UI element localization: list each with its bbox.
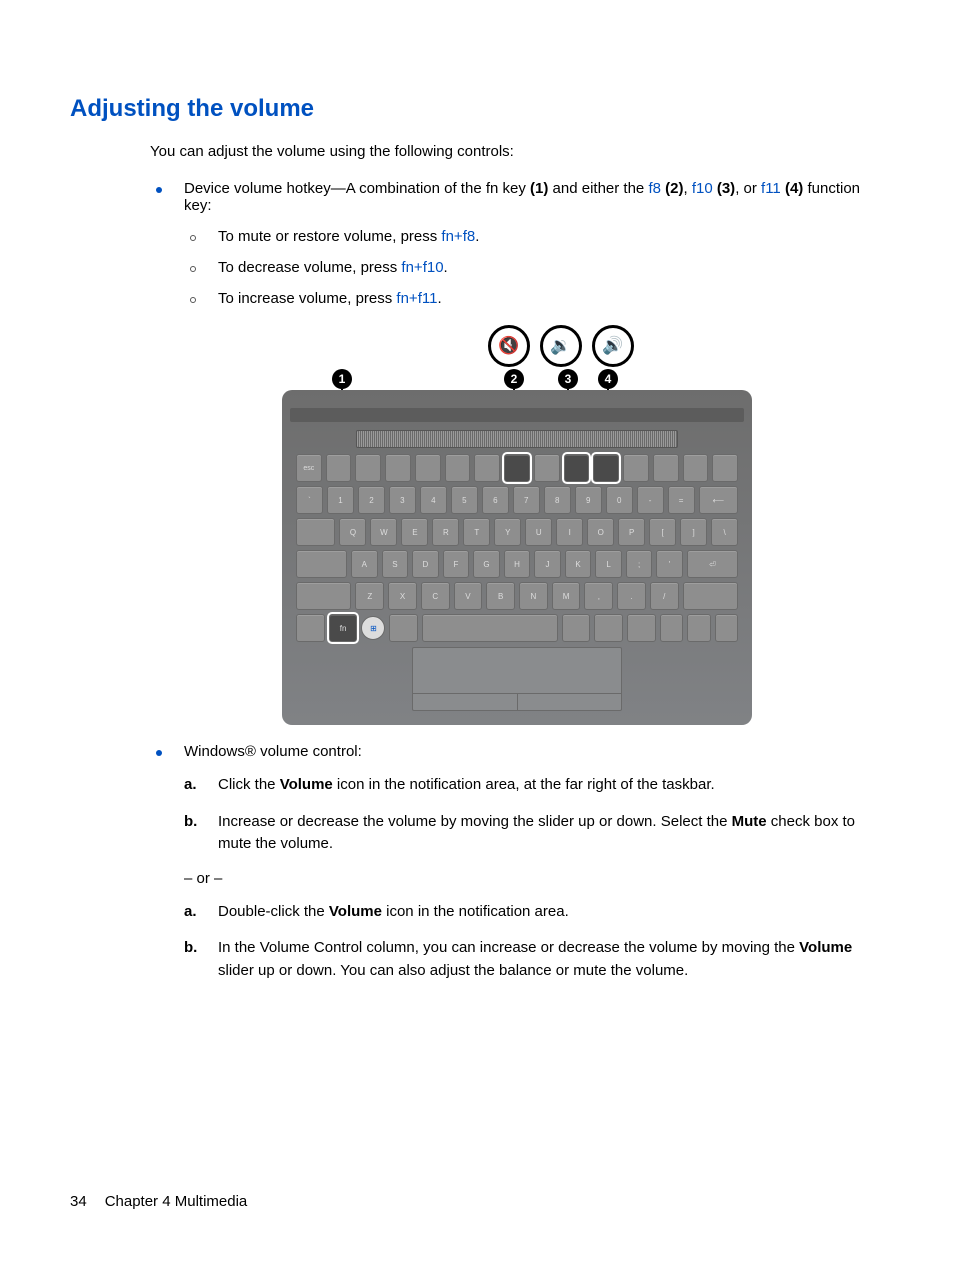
bold: Volume <box>329 903 382 920</box>
callout-badge-4: 4 <box>598 369 618 389</box>
intro-text: You can adjust the volume using the foll… <box>150 143 884 160</box>
page-footer: 34 Chapter 4 Multimedia <box>70 1193 247 1210</box>
text: Double-click the <box>218 903 329 920</box>
link-f10[interactable]: f10 <box>692 180 713 197</box>
text: icon in the notification area. <box>382 903 569 920</box>
key-f10 <box>564 454 590 482</box>
callout-badge-1: 1 <box>332 369 352 389</box>
ref-1: (1) <box>530 180 548 197</box>
step-marker: b. <box>184 811 197 834</box>
link-fn-f10[interactable]: fn+f10 <box>401 259 443 276</box>
text: , or <box>735 180 761 197</box>
windows-key-icon: ⊞ <box>361 616 385 640</box>
ref-4: (4) <box>785 180 803 197</box>
volume-down-icon: 🔉 <box>540 325 582 367</box>
text: Click the <box>218 776 280 793</box>
callout-badge-3: 3 <box>558 369 578 389</box>
touchpad <box>412 647 622 711</box>
chapter-label: Chapter 4 Multimedia <box>105 1193 248 1210</box>
step-1b: b. Increase or decrease the volume by mo… <box>184 811 884 856</box>
step-2a: a. Double-click the Volume icon in the n… <box>184 901 884 924</box>
text: slider up or down. You can also adjust t… <box>218 962 688 979</box>
text: To increase volume, press <box>218 290 396 307</box>
step-1a: a. Click the Volume icon in the notifica… <box>184 774 884 797</box>
section-heading: Adjusting the volume <box>70 95 884 123</box>
step-marker: a. <box>184 774 197 797</box>
text: Device volume hotkey—A combination of th… <box>184 180 530 197</box>
text: . <box>437 290 441 307</box>
ref-2: (2) <box>665 180 683 197</box>
bullet-hotkeys: Device volume hotkey—A combination of th… <box>150 180 884 725</box>
link-f8[interactable]: f8 <box>648 180 661 197</box>
text: In the Volume Control column, you can in… <box>218 939 799 956</box>
text: icon in the notification area, at the fa… <box>333 776 715 793</box>
ref-3: (3) <box>717 180 735 197</box>
text: Increase or decrease the volume by movin… <box>218 813 732 830</box>
mute-icon: 🔇 <box>488 325 530 367</box>
bold: Volume <box>280 776 333 793</box>
link-fn-f11[interactable]: fn+f11 <box>396 290 437 307</box>
key-fn: fn <box>329 614 358 642</box>
step-marker: b. <box>184 937 197 960</box>
sub-increase: To increase volume, press fn+f11. <box>184 290 884 307</box>
bold: Volume <box>799 939 852 956</box>
sub-decrease: To decrease volume, press fn+f10. <box>184 259 884 276</box>
bullet-windows-control: Windows® volume control: a. Click the Vo… <box>150 743 884 982</box>
text: To mute or restore volume, press <box>218 228 441 245</box>
keyboard-figure: 🔇 🔉 🔊 1 2 3 4 <box>282 325 752 725</box>
text: Windows® volume control: <box>184 743 362 760</box>
text: To decrease volume, press <box>218 259 401 276</box>
key-f11 <box>593 454 619 482</box>
or-separator: – or – <box>184 870 884 887</box>
step-2b: b. In the Volume Control column, you can… <box>184 937 884 982</box>
text: . <box>444 259 448 276</box>
text: . <box>475 228 479 245</box>
link-fn-f8[interactable]: fn+f8 <box>441 228 475 245</box>
callout-badge-2: 2 <box>504 369 524 389</box>
text: and either the <box>548 180 648 197</box>
step-marker: a. <box>184 901 197 924</box>
page-number: 34 <box>70 1193 87 1210</box>
sub-mute: To mute or restore volume, press fn+f8. <box>184 228 884 245</box>
key-f8 <box>504 454 530 482</box>
text: , <box>683 180 691 197</box>
link-f11[interactable]: f11 <box>761 180 781 197</box>
volume-up-icon: 🔊 <box>592 325 634 367</box>
bold: Mute <box>732 813 767 830</box>
